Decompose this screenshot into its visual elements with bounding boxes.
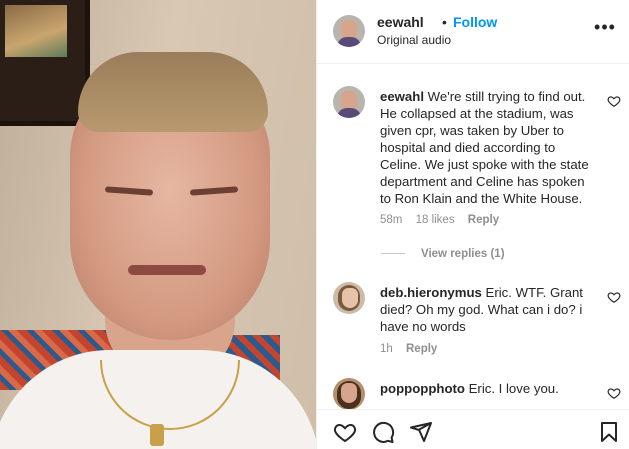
header-separator: • (442, 14, 447, 30)
comment-avatar[interactable] (333, 378, 365, 409)
post-media[interactable] (0, 0, 316, 449)
comment-text: deb.hieronymus Eric. WTF. Grant died? Oh… (380, 284, 594, 335)
comment-meta: 1h Reply (380, 343, 447, 355)
comment-likes[interactable]: 18 likes (416, 214, 455, 226)
comment-meta: 58m 18 likes Reply (380, 214, 509, 226)
view-replies-button[interactable]: View replies (1) (381, 248, 505, 260)
comment-time: 1h (380, 343, 393, 355)
comment-time: 58m (380, 214, 403, 226)
more-options-icon[interactable]: ••• (593, 18, 617, 42)
comment-heart-icon[interactable] (607, 290, 621, 304)
comment-content: We're still trying to find out. He colla… (380, 89, 589, 206)
comment-username[interactable]: deb.hieronymus (380, 285, 482, 300)
necklace-pendant (150, 424, 164, 446)
bookmark-icon[interactable] (597, 420, 621, 444)
comment-text: eewahl We're still trying to find out. H… (380, 88, 594, 207)
comment-text: poppopphoto Eric. I love you. (380, 380, 594, 397)
reply-button[interactable]: Reply (468, 214, 499, 226)
person-mouth (128, 265, 206, 275)
reply-button[interactable]: Reply (406, 343, 437, 355)
comment-username[interactable]: eewahl (380, 89, 424, 104)
comment-avatar[interactable] (333, 282, 365, 314)
author-avatar[interactable] (333, 15, 365, 47)
comment-avatar[interactable] (333, 86, 365, 118)
share-icon[interactable] (409, 420, 433, 444)
follow-button[interactable]: Follow (453, 14, 497, 30)
audio-label[interactable]: Original audio (377, 33, 451, 47)
comment-heart-icon[interactable] (607, 94, 621, 108)
comments-list[interactable]: eewahl We're still trying to find out. H… (317, 64, 629, 409)
comment-username[interactable]: poppopphoto (380, 381, 465, 396)
author-username[interactable]: eewahl (377, 14, 424, 30)
post-header: eewahl • Follow Original audio ••• (317, 0, 629, 64)
comment-heart-icon[interactable] (607, 386, 621, 400)
post-actions-bar (317, 409, 629, 449)
heart-icon[interactable] (333, 420, 357, 444)
replies-divider (381, 253, 405, 255)
comment-icon[interactable] (371, 420, 395, 444)
post-sidebar: eewahl • Follow Original audio ••• eewah… (316, 0, 629, 449)
comment-content: Eric. I love you. (468, 381, 559, 396)
wall-picture-frame (0, 0, 90, 126)
person-hair (78, 52, 268, 132)
